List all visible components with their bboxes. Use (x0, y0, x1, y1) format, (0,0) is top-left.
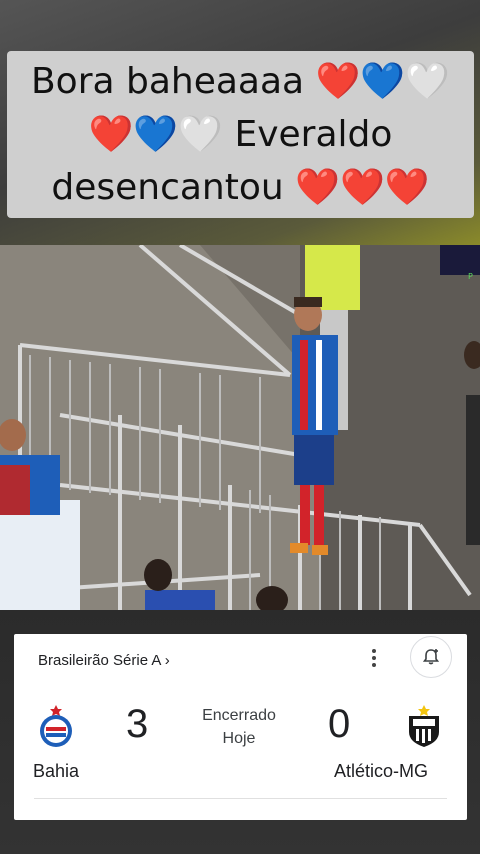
competition-link[interactable]: Brasileirão Série A › (38, 652, 170, 669)
match-date: Hoje (222, 730, 256, 747)
status-label: Encerrado (202, 707, 276, 724)
svg-text:P: P (468, 272, 473, 281)
caption-line-1: Bora baheaaaa ❤️💙🤍 (30, 61, 451, 102)
atletico-mg-crest-icon (409, 705, 439, 747)
bahia-crest-icon (40, 705, 72, 747)
card-divider (34, 798, 447, 799)
caption-line-2: ❤️💙🤍 Everaldo (88, 114, 393, 155)
away-score: 0 (328, 702, 351, 746)
match-score-card[interactable]: Brasileirão Série A › Bahia 3 Encerrado … (14, 634, 467, 820)
away-team-name: Atlético-MG (334, 761, 429, 781)
home-score: 3 (126, 702, 149, 746)
bell-add-icon (422, 649, 440, 665)
caption-box: Bora baheaaaa ❤️💙🤍 ❤️💙🤍 Everaldo desenca… (7, 51, 474, 218)
match-status: Encerrado Hoje (189, 704, 289, 750)
match-photo: P (0, 245, 480, 610)
caption-line-3: desencantou ❤️❤️❤️ (51, 167, 430, 208)
more-vert-icon[interactable] (366, 646, 382, 670)
home-team-name: Bahia (33, 761, 80, 781)
notify-button[interactable] (410, 636, 452, 678)
caption-text: Bora baheaaaa ❤️💙🤍 ❤️💙🤍 Everaldo desenca… (23, 55, 458, 214)
